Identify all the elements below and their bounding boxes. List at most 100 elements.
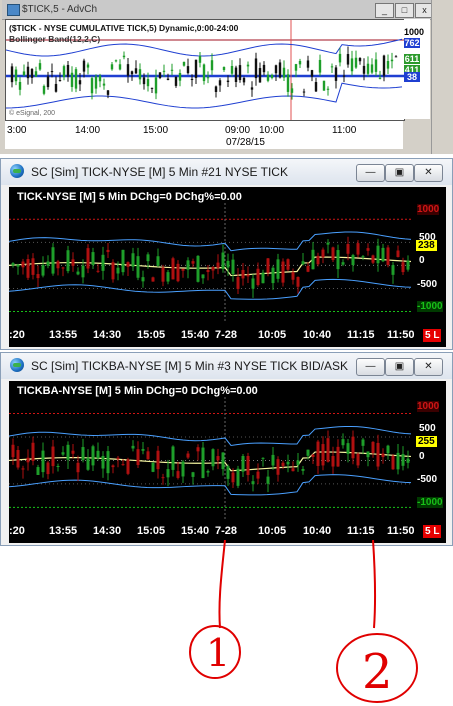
candle-body xyxy=(142,77,146,85)
minimize-button[interactable]: — xyxy=(356,164,385,182)
candle-body xyxy=(70,72,74,87)
candle-body xyxy=(271,267,275,284)
candle-body xyxy=(256,471,260,479)
time-axis: :20 13:55 14:30 15:05 15:40 7-28 10:05 1… xyxy=(9,522,446,542)
sc-tickba-chart[interactable]: TICKBA-NYSE [M] 5 Min DChg=0 DChg%=0.00 … xyxy=(9,381,446,543)
candle-body xyxy=(126,262,130,267)
candle-body xyxy=(321,249,325,258)
candle-body xyxy=(206,77,210,79)
sc-tick-window: SC [Sim] TICK-NYSE [M] 5 Min #21 NYSE TI… xyxy=(0,158,453,350)
candle-body xyxy=(311,454,315,457)
restore-button[interactable]: ▣ xyxy=(385,164,414,182)
minimize-button[interactable]: _ xyxy=(375,3,394,18)
status-badge: 5 L xyxy=(423,525,442,538)
candle-body xyxy=(16,450,20,468)
time-label: 11:15 xyxy=(347,525,375,537)
sc-tickba-titlebar[interactable]: SC [Sim] TICKBA-NYSE [M] 5 Min #3 NYSE T… xyxy=(1,353,452,379)
candle-body xyxy=(191,261,195,264)
candle-body xyxy=(81,447,85,461)
time-label: 14:30 xyxy=(93,525,122,537)
candle-body xyxy=(270,75,274,78)
candle-body xyxy=(121,249,125,273)
candle-body xyxy=(46,462,50,475)
candle-body xyxy=(42,85,46,94)
candle-body xyxy=(261,272,265,284)
esignal-chart-area[interactable]: ($TICK - NYSE CUMULATIVE TICK,5) Dynamic… xyxy=(5,19,405,121)
globe-icon xyxy=(10,358,24,372)
candle-body xyxy=(34,71,38,77)
candle-body xyxy=(191,472,195,477)
candle-body xyxy=(341,262,345,265)
candle-body xyxy=(131,253,135,267)
candle-body xyxy=(186,260,190,270)
candle-body xyxy=(401,262,405,273)
candle-body xyxy=(226,260,230,268)
candle-body xyxy=(138,69,142,80)
candle-body xyxy=(382,55,386,76)
minimize-button[interactable]: — xyxy=(356,358,385,376)
sc-tick-chart[interactable]: TICK-NYSE [M] 5 Min DChg=0 DChg%=0.00 10… xyxy=(9,187,446,347)
candle-body xyxy=(150,87,154,89)
study-title: ($TICK - NYSE CUMULATIVE TICK,5) Dynamic… xyxy=(9,23,239,33)
candle-body xyxy=(61,267,65,269)
candle-body xyxy=(230,65,234,74)
candle-body xyxy=(26,457,30,463)
bollinger-label: Bollinger Band(12,2,C) xyxy=(9,34,101,44)
price-scale[interactable]: 1000 500 255 0 -500 -1000 xyxy=(413,381,446,523)
esignal-time-axis: 3:00 14:00 15:00 09:00 10:00 11:00 07/28… xyxy=(5,121,403,149)
candle-body xyxy=(91,252,95,265)
candle-body xyxy=(136,256,140,278)
scale-top-label: 1000 xyxy=(404,27,425,37)
candle-body xyxy=(176,263,180,282)
candle-body xyxy=(30,68,34,78)
esignal-titlebar[interactable]: $TICK,5 - AdvCh _ □ x xyxy=(2,0,449,20)
candle-body xyxy=(56,261,60,269)
candle-body xyxy=(301,468,305,471)
candle-body xyxy=(322,80,326,91)
sc-tick-titlebar[interactable]: SC [Sim] TICK-NYSE [M] 5 Min #21 NYSE TI… xyxy=(1,159,452,185)
candle-body xyxy=(236,277,240,289)
candle-body xyxy=(26,259,30,278)
time-label: 15:00 xyxy=(143,125,169,136)
candle-body xyxy=(111,262,115,280)
candle-body xyxy=(141,449,145,451)
candle-body xyxy=(326,242,330,245)
price-scale[interactable]: 1000 762 611 411 38 xyxy=(404,19,430,119)
candle-body xyxy=(358,57,362,62)
close-button[interactable]: ✕ xyxy=(414,358,443,376)
candle-body xyxy=(74,69,78,89)
candle-body xyxy=(296,460,300,465)
candle-body xyxy=(46,261,50,266)
price-scale[interactable]: 1000 500 238 0 -500 -1000 xyxy=(413,187,446,327)
tickba-candles xyxy=(9,397,413,519)
maximize-button[interactable]: □ xyxy=(395,3,414,18)
candle-body xyxy=(330,66,334,68)
time-label: 15:05 xyxy=(137,525,166,537)
candle-body xyxy=(174,76,178,86)
candle-body xyxy=(394,56,398,58)
time-axis: :20 13:55 14:30 15:05 15:40 7-28 10:05 1… xyxy=(9,326,446,346)
candle-body xyxy=(214,86,218,92)
candle-body xyxy=(334,67,338,81)
candle-body xyxy=(376,442,380,467)
candle-body xyxy=(266,258,270,273)
candle-body xyxy=(154,77,158,94)
candle-body xyxy=(336,446,340,467)
candle-body xyxy=(231,259,235,274)
candle-body xyxy=(391,455,395,470)
candle-body xyxy=(106,451,110,474)
vertical-scrollbar[interactable] xyxy=(431,0,451,154)
candle-body xyxy=(246,274,250,277)
close-button[interactable]: ✕ xyxy=(414,164,443,182)
candle-body xyxy=(62,66,66,77)
candle-body xyxy=(234,67,238,83)
candle-body xyxy=(238,65,242,81)
window-title: SC [Sim] TICKBA-NYSE [M] 5 Min #3 NYSE T… xyxy=(31,359,348,373)
candle-body xyxy=(36,467,40,475)
date-label: 07/28/15 xyxy=(226,137,265,148)
restore-button[interactable]: ▣ xyxy=(385,358,414,376)
candle-body xyxy=(226,466,230,479)
candle-body xyxy=(391,265,395,275)
candle-body xyxy=(338,53,342,63)
time-label: 09:00 xyxy=(225,125,251,136)
